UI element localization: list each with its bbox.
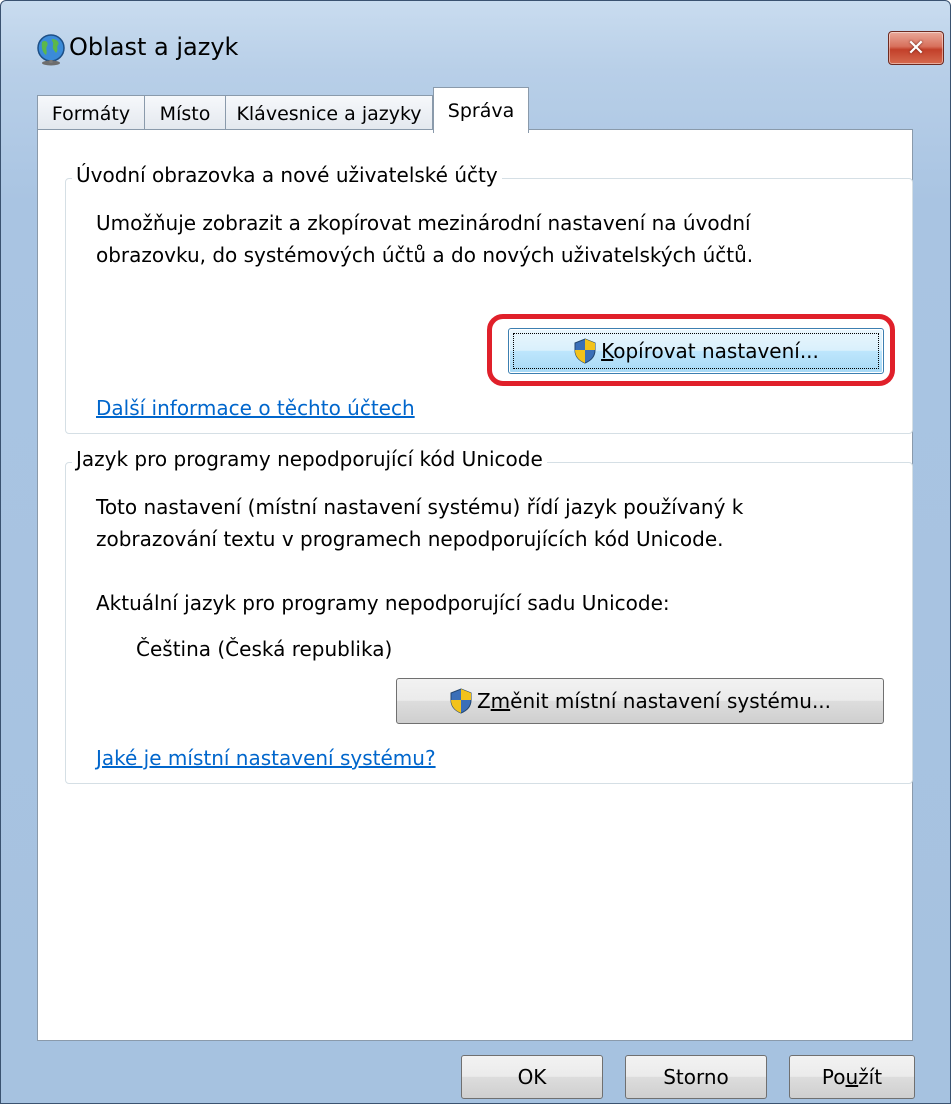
tab-label: Klávesnice a jazyky bbox=[236, 102, 422, 125]
uac-shield-icon bbox=[450, 688, 472, 714]
globe-icon bbox=[37, 34, 65, 66]
unicode-group-legend: Jazyk pro programy nepodporující kód Uni… bbox=[72, 447, 547, 471]
tab-formaty[interactable]: Formáty bbox=[37, 95, 145, 131]
change-button-label: Změnit místní nastavení systému... bbox=[476, 689, 832, 713]
tab-label: Správa bbox=[447, 99, 515, 122]
tab-klavesnice-a-jazyky[interactable]: Klávesnice a jazyky bbox=[225, 95, 433, 131]
tab-sprava[interactable]: Správa bbox=[433, 87, 529, 133]
close-icon: ✕ bbox=[906, 35, 926, 61]
welcome-group-legend: Úvodní obrazovka a nové uživatelské účty bbox=[72, 163, 502, 187]
copy-settings-button[interactable]: Kopírovat nastavení... bbox=[508, 328, 884, 374]
change-system-locale-button[interactable]: Změnit místní nastavení systému... bbox=[396, 678, 884, 724]
window-title: Oblast a jazyk bbox=[69, 33, 239, 61]
ok-button-label: OK bbox=[517, 1065, 547, 1089]
focus-rectangle bbox=[513, 333, 879, 369]
cancel-button-label: Storno bbox=[663, 1065, 729, 1089]
apply-button-label: Použít bbox=[821, 1065, 883, 1089]
dialog-window: Oblast a jazyk ✕ Formáty Místo Klávesnic… bbox=[0, 0, 951, 1104]
tab-label: Formáty bbox=[51, 102, 131, 125]
apply-button[interactable]: Použít bbox=[789, 1055, 915, 1099]
more-info-accounts-link[interactable]: Další informace o těchto účtech bbox=[96, 396, 415, 420]
unicode-description-line2: zobrazování textu v programech nepodporu… bbox=[96, 527, 724, 551]
close-button[interactable]: ✕ bbox=[888, 31, 944, 65]
tab-panel-sprava: Úvodní obrazovka a nové uživatelské účty… bbox=[37, 129, 913, 1041]
current-language-value: Čeština (Česká republika) bbox=[136, 637, 393, 661]
current-language-label: Aktuální jazyk pro programy nepodporujíc… bbox=[96, 591, 670, 615]
tab-label: Místo bbox=[159, 102, 211, 125]
tab-misto[interactable]: Místo bbox=[144, 95, 226, 131]
unicode-group: Jazyk pro programy nepodporující kód Uni… bbox=[65, 447, 913, 784]
welcome-description-line2: obrazovku, do systémových účtů a do nový… bbox=[96, 243, 754, 267]
cancel-button[interactable]: Storno bbox=[625, 1055, 767, 1099]
unicode-description-line1: Toto nastavení (místní nastavení systému… bbox=[96, 495, 744, 519]
what-is-system-locale-link[interactable]: Jaké je místní nastavení systému? bbox=[96, 746, 436, 770]
title-bar[interactable]: Oblast a jazyk ✕ bbox=[1, 1, 950, 81]
welcome-description-line1: Umožňuje zobrazit a zkopírovat mezinárod… bbox=[96, 211, 751, 235]
ok-button[interactable]: OK bbox=[461, 1055, 603, 1099]
